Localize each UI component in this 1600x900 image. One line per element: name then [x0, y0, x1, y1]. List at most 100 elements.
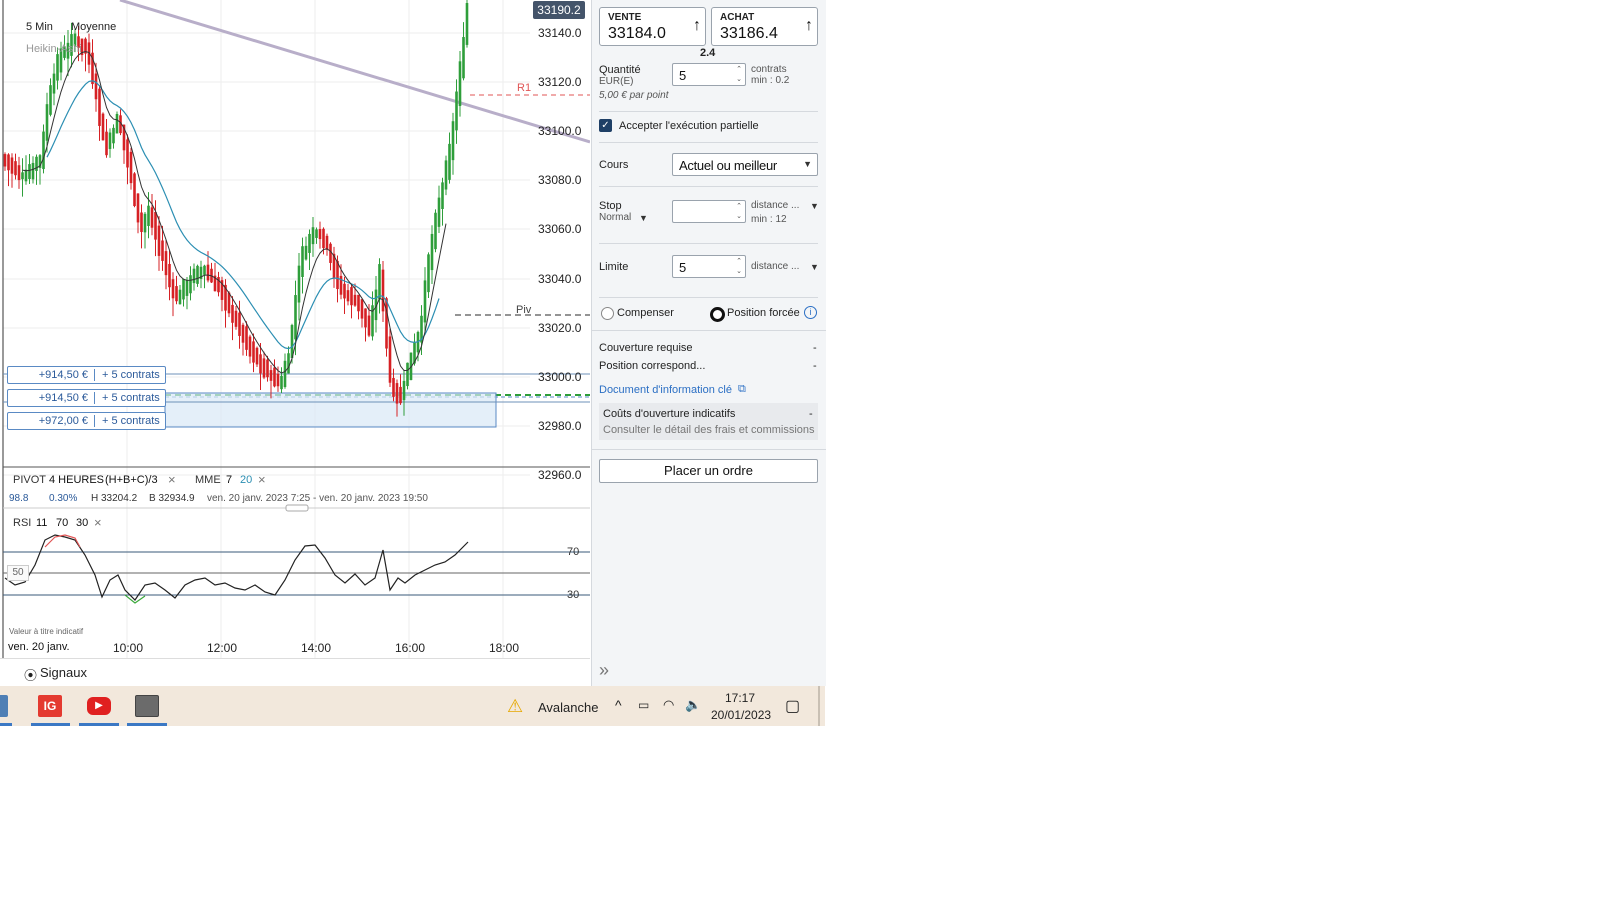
info-icon[interactable]: i	[804, 306, 817, 319]
chevron-down-icon[interactable]: ▼	[810, 201, 819, 211]
partial-execution-label[interactable]: Accepter l'exécution partielle	[619, 120, 759, 132]
pivot-indicator-name[interactable]: PIVOT	[13, 474, 46, 486]
forced-position-label[interactable]: Position forcée	[727, 307, 800, 319]
divider	[592, 330, 826, 331]
timeframe-label[interactable]: 5 Min	[26, 21, 53, 33]
match-value: -	[813, 360, 817, 372]
speaker-icon[interactable]: 🔈	[685, 697, 701, 713]
candle-body	[367, 315, 371, 336]
notification-text[interactable]: Avalanche	[538, 700, 598, 715]
chart-area[interactable]: 33190.2 5 Min Moyenne Heikin-Ashi 33140.…	[0, 0, 590, 687]
chevron-up-icon[interactable]: ^	[615, 697, 622, 713]
stop-type-select[interactable]: Normal	[599, 212, 631, 223]
signals-label[interactable]: Signaux	[40, 665, 87, 680]
buy-button[interactable]: ACHAT 33186.4 ↑	[711, 7, 818, 46]
spin-up-icon[interactable]: ⌃	[736, 66, 742, 73]
price-type-select[interactable]: Actuel ou meilleur ▼	[672, 153, 818, 176]
divider	[599, 186, 818, 187]
candle-body	[318, 229, 322, 240]
wifi-icon[interactable]: ◠	[663, 697, 674, 713]
close-icon[interactable]: ×	[258, 472, 266, 487]
candle-body	[392, 377, 395, 397]
stop-input[interactable]: ⌃ ⌄	[672, 200, 746, 223]
rsi-level-70: 70	[567, 546, 580, 558]
candle-body	[406, 362, 409, 387]
position-label[interactable]: +914,50 € + 5 contrats	[7, 389, 166, 407]
opening-costs-box: Coûts d'ouverture indicatifs - Consulter…	[599, 403, 818, 440]
active-indicator	[0, 723, 12, 726]
rsi-param-1[interactable]: 11	[36, 517, 47, 529]
close-icon[interactable]: ×	[168, 472, 176, 487]
rsi-param-2[interactable]: 70	[56, 517, 68, 529]
candle-body	[161, 240, 164, 261]
candle-body	[458, 61, 462, 106]
signals-icon[interactable]: ⦿	[24, 665, 37, 684]
sell-button[interactable]: VENTE 33184.0 ↑	[599, 7, 706, 46]
resize-handle[interactable]	[285, 504, 309, 512]
stop-distance-select[interactable]: distance ...	[751, 200, 799, 211]
r1-label: R1	[517, 82, 532, 94]
limit-distance-select[interactable]: distance ...	[751, 261, 799, 272]
quantity-input[interactable]: 5 ⌃ ⌄	[672, 63, 746, 86]
spread-value: 2.4	[700, 47, 716, 59]
margin-label: Couverture requise	[599, 342, 693, 354]
mme-indicator-name[interactable]: MME	[195, 474, 221, 486]
price-chart[interactable]	[0, 0, 590, 686]
pivot-period[interactable]: 4 HEURES	[49, 474, 104, 486]
compensate-label[interactable]: Compenser	[617, 307, 674, 319]
candle-body	[346, 290, 350, 302]
spin-down-icon[interactable]: ⌄	[736, 213, 742, 220]
time-axis-label: 18:00	[489, 641, 520, 655]
active-indicator	[31, 723, 70, 726]
candle-body	[3, 154, 7, 167]
candle-body	[101, 113, 105, 141]
position-label[interactable]: +914,50 € + 5 contrats	[7, 366, 166, 384]
mme-period-2[interactable]: 20	[240, 474, 252, 486]
trendline[interactable]	[119, 0, 590, 144]
chevron-down-icon[interactable]: ▼	[639, 213, 648, 223]
price-axis-label: 33140.0	[538, 26, 582, 40]
clock-time[interactable]: 17:17	[725, 691, 755, 705]
warning-icon[interactable]: ⚠	[507, 696, 523, 717]
pivot-formula[interactable]: (H+B+C)/3	[105, 474, 158, 486]
ig-app-icon[interactable]: IG	[38, 695, 62, 717]
place-order-button[interactable]: Placer un ordre	[599, 459, 818, 483]
external-link-icon[interactable]: ⧉	[738, 383, 746, 396]
price-axis-label: 33060.0	[538, 222, 582, 236]
spin-up-icon[interactable]: ⌃	[736, 258, 742, 265]
clock-date[interactable]: 20/01/2023	[711, 708, 771, 722]
notification-center-icon[interactable]: ▢	[785, 696, 800, 716]
chevron-down-icon[interactable]: ▼	[810, 262, 819, 272]
spin-down-icon[interactable]: ⌄	[736, 268, 742, 275]
position-qty: + 5 contrats	[102, 415, 160, 427]
rsi-indicator-name[interactable]: RSI	[13, 517, 31, 529]
compensate-radio[interactable]	[601, 307, 614, 320]
spin-up-icon[interactable]: ⌃	[736, 203, 742, 210]
candle-body	[357, 294, 360, 312]
candle-body	[301, 246, 304, 278]
calculator-icon[interactable]	[0, 695, 8, 717]
kid-document-link[interactable]: Document d'information clé	[599, 384, 732, 396]
chart-app-icon[interactable]	[135, 695, 159, 717]
show-desktop[interactable]	[818, 686, 820, 726]
rsi-param-3[interactable]: 30	[76, 517, 88, 529]
forced-position-radio[interactable]	[710, 307, 725, 322]
position-label[interactable]: +972,00 € + 5 contrats	[7, 412, 166, 430]
average-label[interactable]: Moyenne	[71, 21, 116, 33]
limit-input[interactable]: 5 ⌃ ⌄	[672, 255, 746, 278]
spin-down-icon[interactable]: ⌄	[736, 76, 742, 83]
limit-value: 5	[679, 260, 687, 275]
chart-style-label[interactable]: Heikin-Ashi	[26, 43, 82, 55]
battery-icon[interactable]: ▭	[638, 698, 649, 712]
close-icon[interactable]: ×	[94, 515, 102, 530]
candle-body	[395, 383, 399, 404]
partial-execution-checkbox[interactable]: ✓	[599, 119, 612, 132]
candle-body	[45, 104, 49, 141]
position-pnl: +972,00 €	[8, 415, 95, 427]
candle-body	[94, 73, 98, 100]
costs-detail-link[interactable]: Consulter le détail des frais et commiss…	[603, 424, 815, 436]
collapse-panel-icon[interactable]: »	[599, 660, 609, 681]
candle-body	[175, 286, 178, 302]
youtube-icon[interactable]: ▶	[87, 697, 111, 715]
mme-period-1[interactable]: 7	[226, 474, 232, 486]
